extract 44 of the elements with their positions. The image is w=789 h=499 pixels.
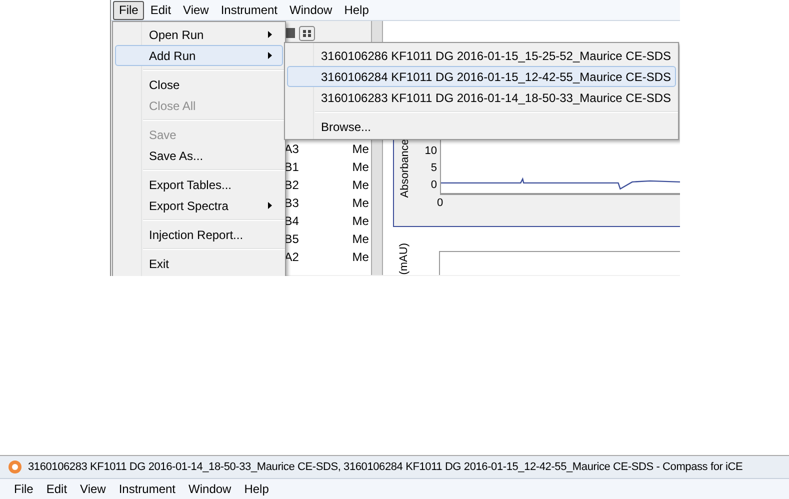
menu-bar-item[interactable]: Window <box>182 479 238 499</box>
axis-tick-label: 10 <box>424 144 437 159</box>
menu-bar-item[interactable]: Help <box>338 0 375 20</box>
axis-tick-label: 0 <box>437 196 444 211</box>
menu-item[interactable]: 3160106286 KF1011 DG 2016-01-15_15-25-52_Maurice CE-SDS <box>287 45 676 66</box>
single-view-icon[interactable] <box>285 28 296 38</box>
submenu-arrow-icon <box>268 31 272 38</box>
table-cell-text: Me <box>351 141 369 158</box>
app-logo-icon <box>8 460 22 474</box>
table-cell-text: Me <box>351 195 369 212</box>
menu-item[interactable]: Save As... <box>115 145 283 166</box>
menu-item[interactable]: Open Run <box>115 24 283 45</box>
axis-label: Absorbance <box>398 138 412 198</box>
grid-view-icon[interactable] <box>299 26 316 40</box>
menu-bar-item[interactable]: Edit <box>144 0 178 20</box>
menu-item[interactable]: Export Spectra <box>115 195 283 216</box>
menu-item[interactable]: Close <box>115 74 283 95</box>
menu-item[interactable]: Exit <box>115 253 283 274</box>
menu-bar-item[interactable]: Window <box>284 0 338 20</box>
table-cell-text: Me <box>351 159 369 176</box>
submenu-arrow-icon <box>268 202 272 209</box>
menu-item[interactable]: 3160106283 KF1011 DG 2016-01-14_18-50-33_Maurice CE-SDS <box>287 87 676 108</box>
table-cell-text: Me <box>351 231 369 248</box>
menu-bar-item[interactable]: Help <box>238 479 275 499</box>
menu-bar-item[interactable]: View <box>177 0 215 20</box>
menu-item[interactable]: Injection Report... <box>115 224 283 245</box>
axis-tick-label: 0 <box>430 178 437 193</box>
table-cell-text: Me <box>351 177 369 194</box>
menu-bar-item[interactable]: View <box>74 479 112 499</box>
menu-bar-item[interactable]: Instrument <box>214 0 284 20</box>
submenu-arrow-icon <box>268 52 272 59</box>
menu-item[interactable]: Browse... <box>287 116 676 137</box>
table-cell-text: Me <box>351 213 369 230</box>
menu-item[interactable]: 3160106284 KF1011 DG 2016-01-15_12-42-55_Maurice CE-SDS <box>287 66 676 87</box>
table-cell-text: Me <box>351 249 369 266</box>
menu-bar-item[interactable]: File <box>113 0 144 20</box>
menu-bar-item[interactable]: Instrument <box>112 479 182 499</box>
menu-bar-item[interactable]: Edit <box>40 479 74 499</box>
axis-label: (mAU) <box>396 243 411 275</box>
axis-tick-label: 5 <box>430 160 437 176</box>
menu-bar-item[interactable]: File <box>8 479 40 499</box>
window-title: 3160106283 KF1011 DG 2016-01-14_18-50-33_Maurice CE-SDS, 3160106284 KF1011 DG 2016-01-15_12-42-55_Maurice CE-SDS - Compass for iCE <box>28 460 743 475</box>
menu-item[interactable]: Add Run <box>115 45 283 66</box>
menu-item[interactable]: Export Tables... <box>115 174 283 195</box>
